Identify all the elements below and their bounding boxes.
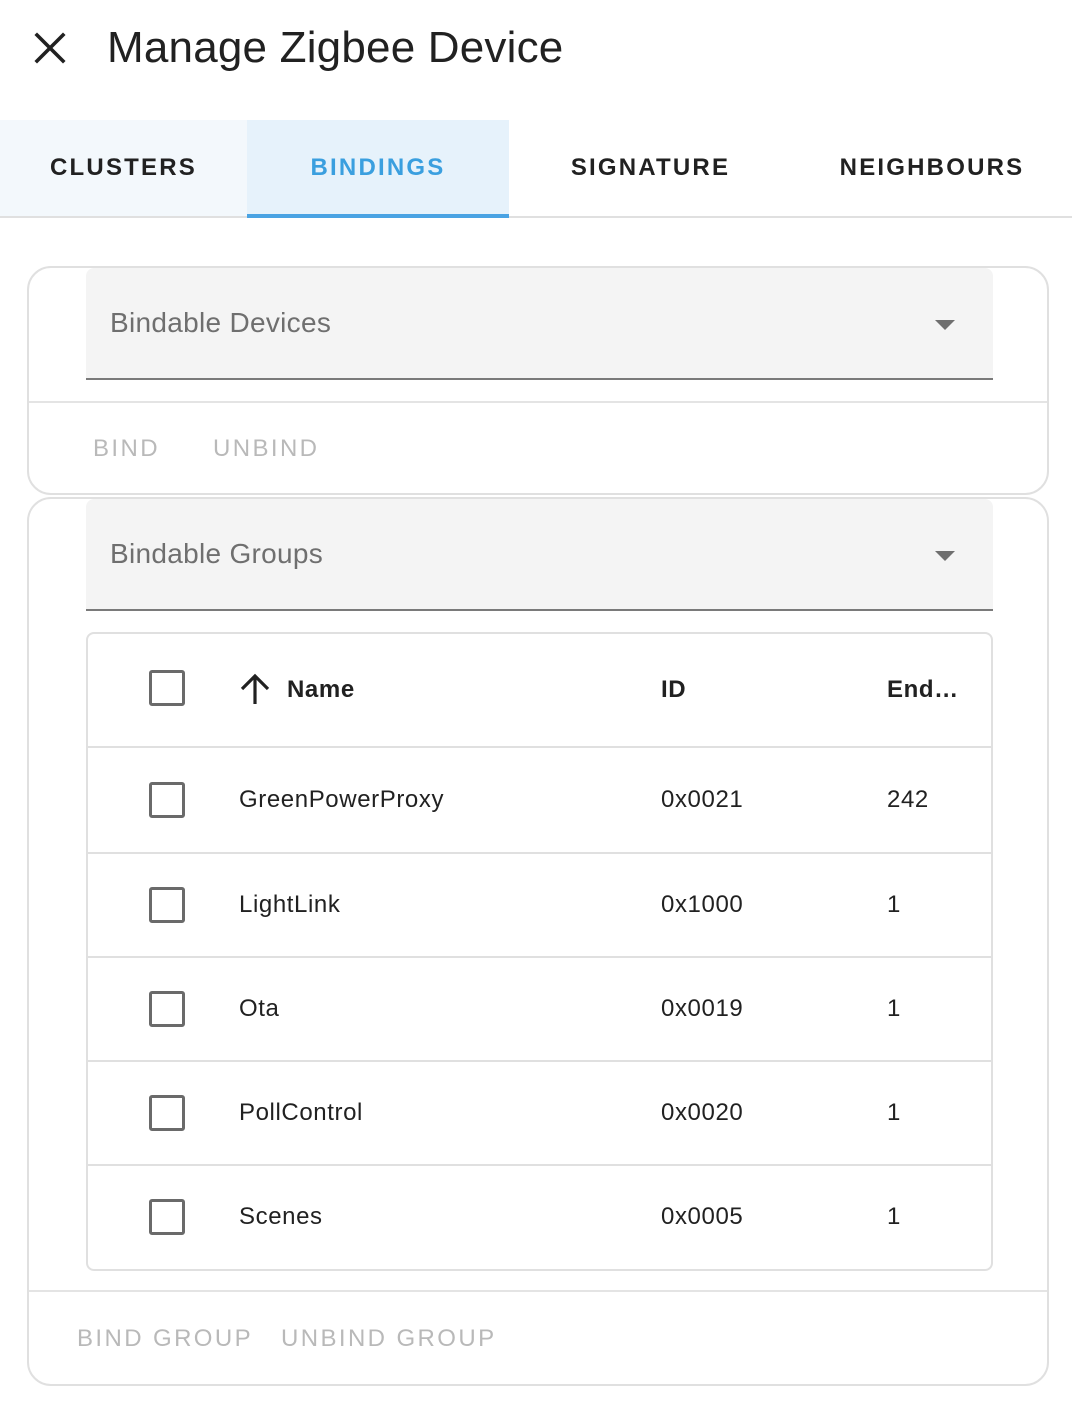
column-header-id[interactable]: ID [661,676,686,704]
row-checkbox[interactable] [149,782,185,818]
row-checkbox[interactable] [149,1095,185,1131]
chevron-down-icon [935,551,955,561]
row-id: 0x1000 [661,891,744,918]
row-id: 0x0005 [661,1203,744,1230]
row-checkbox[interactable] [149,1199,185,1235]
table-row[interactable]: GreenPowerProxy 0x0021 242 [88,748,991,854]
close-icon [34,32,66,64]
table-row[interactable]: PollControl 0x0020 1 [88,1062,991,1166]
table-row[interactable]: Ota 0x0019 1 [88,958,991,1062]
dialog-title: Manage Zigbee Device [107,23,564,72]
close-button[interactable] [22,20,78,76]
row-endpoint: 242 [887,786,929,813]
dialog-header: Manage Zigbee Device [0,0,1072,120]
groups-table: Name ID End… GreenPowerProxy 0x0021 242 … [86,632,993,1271]
unbind-group-button[interactable]: UNBIND GROUP [281,1325,496,1353]
row-endpoint: 1 [887,1203,901,1230]
row-checkbox[interactable] [149,991,185,1027]
table-row[interactable]: LightLink 0x1000 1 [88,854,991,958]
row-name: PollControl [239,1099,363,1126]
bind-button[interactable]: BIND [93,435,160,463]
row-name: GreenPowerProxy [239,786,445,813]
bindable-groups-card: Bindable Groups Name ID End… GreenPowerP… [27,497,1049,1386]
card-divider [29,1290,1047,1292]
card-divider [29,401,1047,403]
tab-bar: CLUSTERS BINDINGS SIGNATURE NEIGHBOURS [0,120,1072,218]
tab-neighbours[interactable]: NEIGHBOURS [792,120,1072,216]
column-header-endpoint[interactable]: End… [887,676,959,704]
tab-signature[interactable]: SIGNATURE [509,120,792,216]
bind-group-button[interactable]: BIND GROUP [77,1325,253,1353]
table-header-row: Name ID End… [88,634,991,748]
tab-bindings[interactable]: BINDINGS [247,120,509,218]
bindable-groups-label: Bindable Groups [110,538,324,569]
bindable-groups-select[interactable]: Bindable Groups [86,499,993,611]
row-endpoint: 1 [887,995,901,1022]
bindable-devices-card: Bindable Devices BIND UNBIND [27,266,1049,495]
row-name: Scenes [239,1203,323,1230]
row-checkbox[interactable] [149,887,185,923]
tab-clusters[interactable]: CLUSTERS [0,120,247,216]
row-name: Ota [239,995,280,1022]
chevron-down-icon [935,320,955,330]
bindable-devices-select[interactable]: Bindable Devices [86,268,993,380]
select-all-checkbox[interactable] [149,670,185,706]
row-id: 0x0020 [661,1099,744,1126]
row-id: 0x0019 [661,995,744,1022]
column-header-name[interactable]: Name [287,676,355,704]
row-endpoint: 1 [887,1099,901,1126]
row-id: 0x0021 [661,786,744,813]
row-endpoint: 1 [887,891,901,918]
unbind-button[interactable]: UNBIND [213,435,319,463]
bindable-devices-label: Bindable Devices [110,307,332,338]
arrow-up-icon[interactable] [238,672,272,706]
table-row[interactable]: Scenes 0x0005 1 [88,1166,991,1269]
row-name: LightLink [239,891,341,918]
